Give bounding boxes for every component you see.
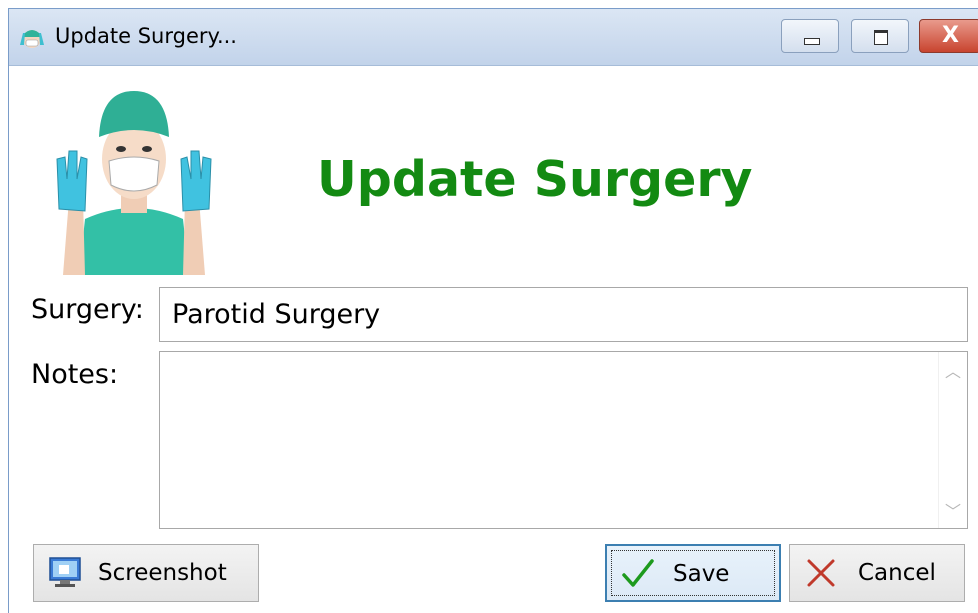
close-icon: X [942, 23, 959, 48]
checkmark-icon [622, 559, 654, 587]
notes-label: Notes: [31, 359, 119, 390]
scroll-down-icon[interactable]: ﹀ [945, 498, 961, 522]
monitor-icon [49, 557, 81, 587]
notes-scrollbar[interactable]: ︿ ﹀ [938, 352, 967, 528]
cancel-button-label: Cancel [858, 560, 936, 586]
save-button[interactable]: Save [605, 544, 781, 602]
screenshot-button-label: Screenshot [98, 560, 227, 586]
minimize-button[interactable] [781, 19, 839, 53]
scroll-up-icon[interactable]: ︿ [945, 358, 961, 382]
save-button-label: Save [673, 561, 730, 587]
surgeon-illustration [56, 91, 212, 275]
maximize-button[interactable] [851, 19, 909, 53]
surgery-label: Surgery: [31, 294, 144, 325]
nurse-icon [20, 30, 44, 48]
x-icon [807, 559, 835, 587]
update-surgery-window: Update Surgery... X Update Surgery Surge… [8, 8, 978, 613]
maximize-icon [874, 30, 888, 45]
title-bar[interactable]: Update Surgery... X [9, 9, 978, 66]
screenshot-button[interactable]: Screenshot [33, 544, 259, 602]
cancel-button[interactable]: Cancel [789, 544, 965, 602]
notes-textarea[interactable]: ︿ ﹀ [159, 351, 968, 529]
close-button[interactable]: X [919, 19, 978, 53]
page-heading: Update Surgery [317, 151, 753, 208]
minimize-icon [804, 38, 820, 45]
window-title: Update Surgery... [55, 24, 237, 48]
surgery-input[interactable]: Parotid Surgery [159, 287, 968, 342]
